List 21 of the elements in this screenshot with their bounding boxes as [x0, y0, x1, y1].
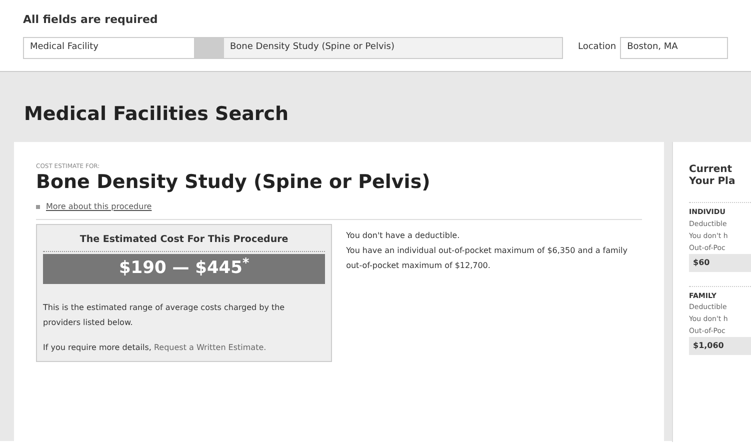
dropdown-toggle[interactable] — [195, 36, 223, 58]
cost-description: This is the estimated range of average costs charged by the providers listed below. — [43, 302, 286, 329]
plan-title: Current — [689, 164, 734, 176]
facility-type-field[interactable]: Medical Facility — [23, 36, 195, 58]
amount-value: $60 — [689, 254, 751, 272]
form-heading: All fields are required — [23, 12, 159, 28]
more-link[interactable]: More about this procedure — [46, 200, 152, 213]
procedure-title: Bone Density Study (Spine or Pelvis) — [36, 171, 432, 195]
written-estimate-link[interactable]: Request a Written Estimate. — [154, 342, 266, 352]
amount-value: $1,060 — [689, 337, 751, 355]
bullet-icon — [36, 204, 40, 209]
price-range: $190 — $445$^{*}$ — [43, 254, 326, 284]
plan-title: Your Pla — [689, 176, 736, 188]
page-title: Medical Facilities Search — [23, 102, 290, 126]
location-field[interactable]: Boston, MA — [620, 36, 728, 58]
coverage-text: You don't have a deductible. — [346, 230, 461, 242]
details-text: If you require more details, Request a Written Estimate. — [43, 342, 268, 354]
procedure-field[interactable]: Bone Density Study (Spine or Pelvis) — [223, 36, 563, 58]
location-label: Location — [578, 40, 616, 54]
coverage-text: You have an individual out-of-pocket maximum of $6,350 and a family out-of-pocket maximum of $12,700. — [346, 244, 628, 272]
cost-box-title: The Estimated Cost For This Procedure — [43, 232, 326, 252]
